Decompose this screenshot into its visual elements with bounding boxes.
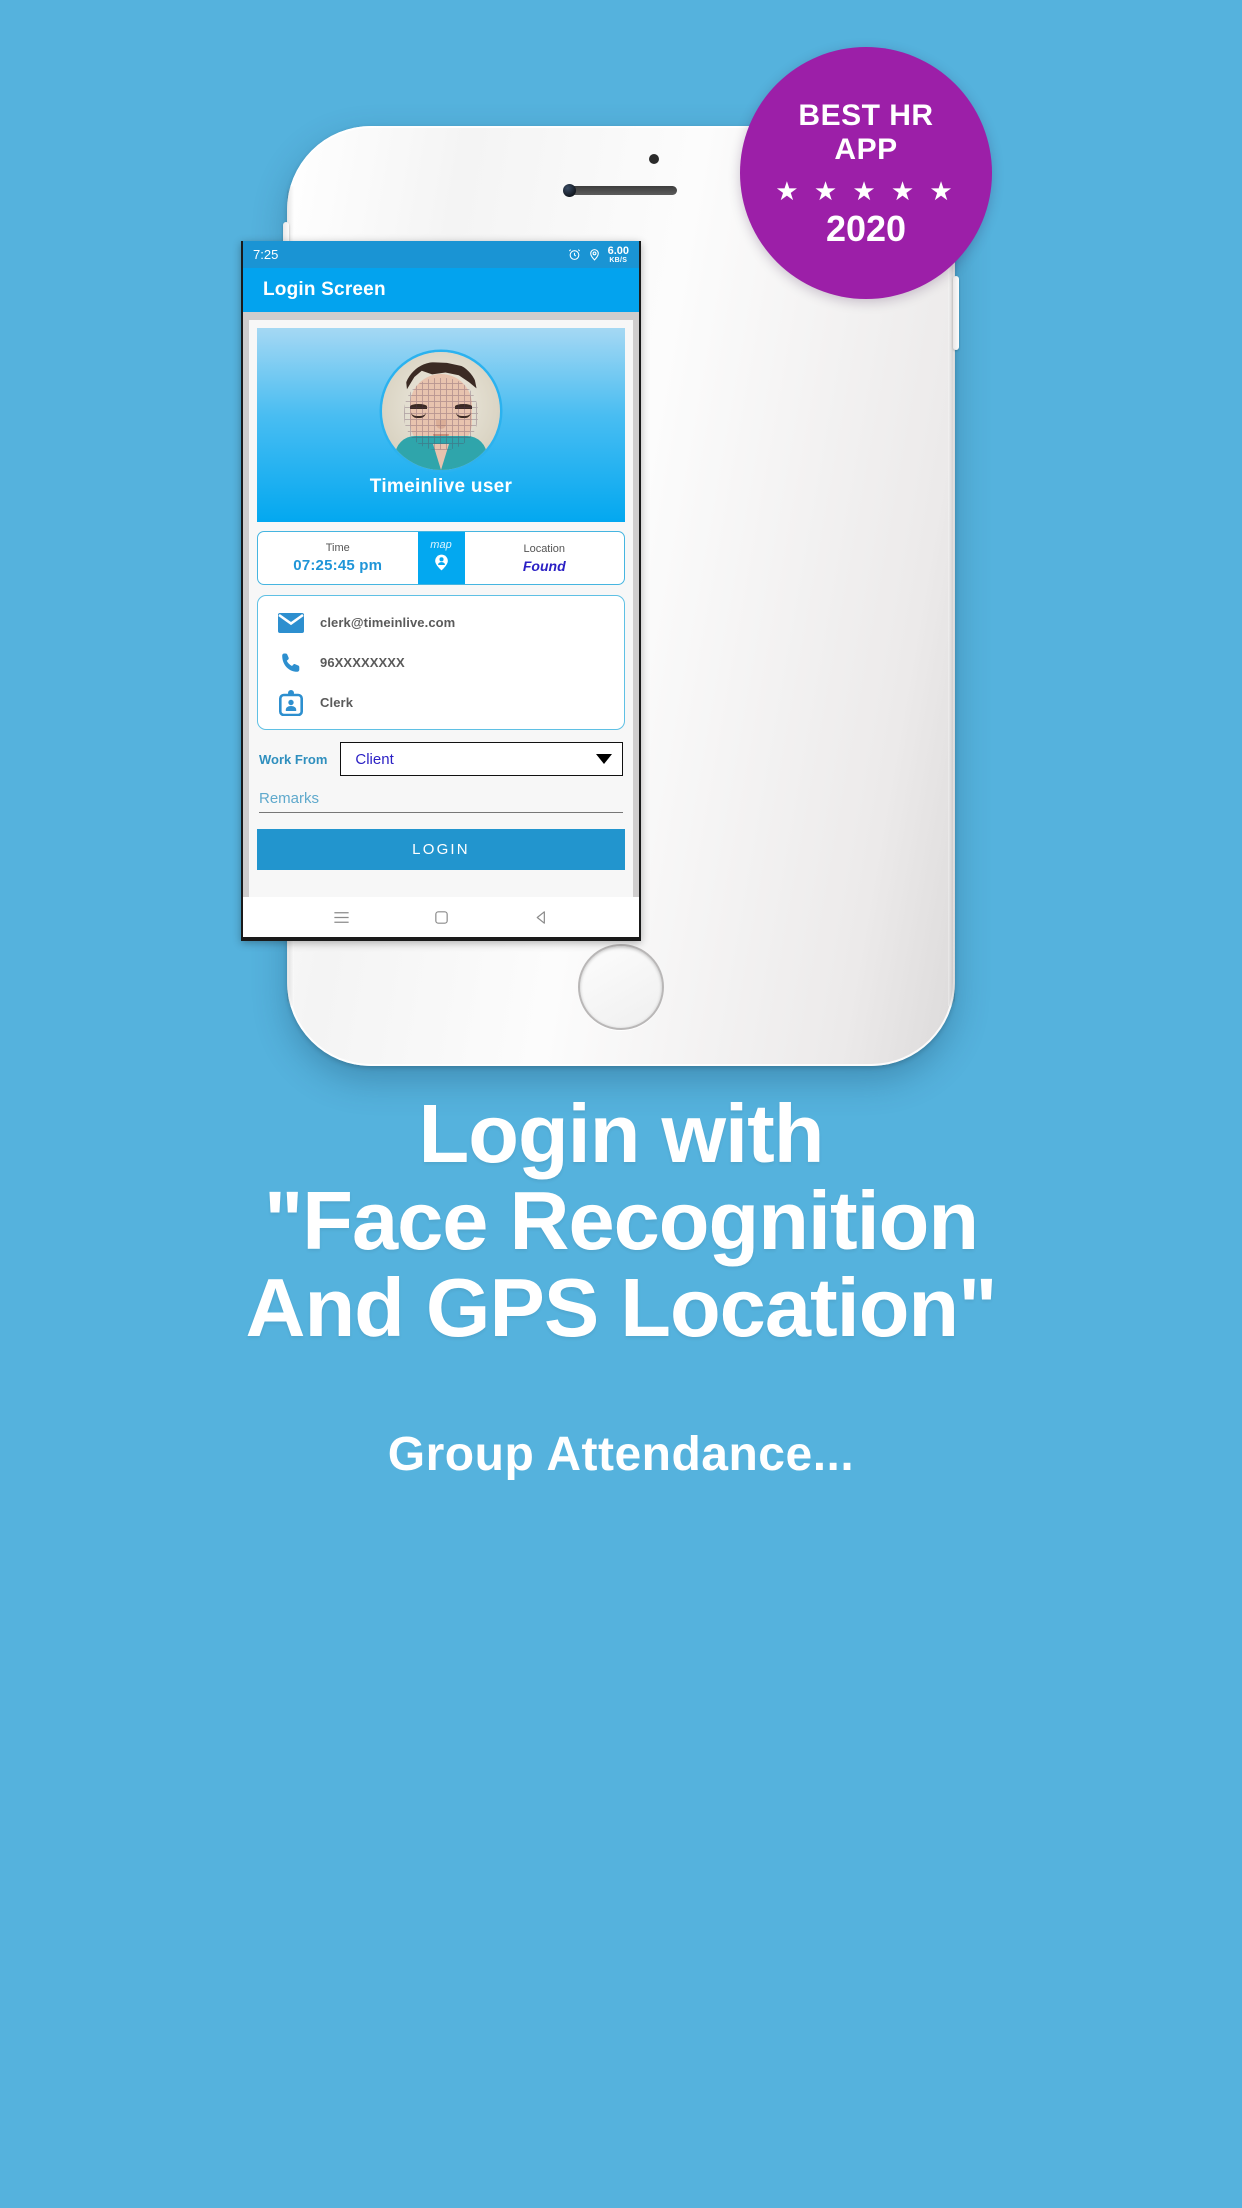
remarks-placeholder: Remarks [259,790,320,807]
star-rating-icon: ★ ★ ★ ★ ★ [775,175,957,206]
role-value: Clerk [320,695,354,710]
alarm-clock-icon [568,248,581,261]
map-label: map [430,539,452,551]
login-button[interactable]: LOGIN [257,829,625,870]
phone-icon [277,649,304,676]
back-triangle-icon[interactable] [533,909,550,926]
android-nav-bar [243,897,639,937]
user-face-avatar [382,352,500,470]
headline-line-3: And GPS Location" [245,1261,998,1355]
envelope-icon [277,609,304,636]
front-camera-icon [563,184,576,197]
chevron-down-icon [596,754,612,764]
work-from-value: Client [355,750,394,768]
contact-row-email: clerk@timeinlive.com [258,609,624,636]
profile-hero: Timeinlive user [257,328,625,522]
badge-line2: APP [834,133,898,166]
work-from-label: Work From [259,751,328,767]
time-cell: Time 07:25:45 pm [258,532,418,584]
status-bar: 7:25 6.00 KB/S [243,241,639,268]
location-pin-icon [588,248,601,261]
app-bar: Login Screen [243,268,639,312]
earpiece-speaker [565,186,677,195]
remarks-underline [259,812,623,813]
badge-year: 2020 [825,207,907,249]
proximity-sensor-icon [649,154,659,164]
work-from-dropdown[interactable]: Client [340,742,623,776]
map-button[interactable]: map [417,532,465,584]
contact-card: clerk@timeinlive.com 96XXXXXXXX Clerk [257,595,625,730]
menu-icon[interactable] [332,908,351,927]
location-label: Location [523,542,566,555]
contact-row-role: Clerk [258,689,624,716]
status-bar-time: 7:25 [253,247,279,262]
contact-row-phone: 96XXXXXXXX [258,649,624,676]
home-button[interactable] [578,944,664,1030]
time-label: Time [325,542,350,554]
phone-value: 96XXXXXXXX [320,655,405,670]
power-button[interactable] [953,276,959,350]
user-name: Timeinlive user [369,476,513,497]
headline-line-2: "Face Recognition [263,1174,979,1268]
subline: Group Attendance... [387,1428,855,1482]
phone-screen: 7:25 6.00 KB/S Login Screen Timeinlive u… [241,241,641,941]
location-cell: Location Found [465,532,625,584]
headline: Login with "Face Recognition And GPS Loc… [0,1087,1242,1355]
location-value: Found [522,557,566,574]
work-from-row: Work From Client [257,742,625,776]
badge-line1: BEST HR [798,99,934,133]
time-value: 07:25:45 pm [293,557,383,574]
page-title: Login Screen [263,279,386,300]
headline-line-1: Login with [418,1087,825,1180]
time-location-row: Time 07:25:45 pm map Location Found [257,531,625,585]
face-mesh-overlay [404,378,478,450]
id-badge-icon [277,689,304,716]
app-content: Timeinlive user Time 07:25:45 pm map Loc… [243,312,639,897]
email-value: clerk@timeinlive.com [320,615,456,630]
person-pin-icon [432,553,451,577]
login-button-label: LOGIN [412,841,470,858]
marketing-copy: Login with "Face Recognition And GPS Loc… [0,1090,1242,1482]
home-square-icon[interactable] [433,909,450,926]
remarks-field[interactable]: Remarks [257,790,625,813]
award-badge: BEST HR APP ★ ★ ★ ★ ★ 2020 [740,47,992,299]
network-speed-indicator: 6.00 KB/S [607,244,629,264]
